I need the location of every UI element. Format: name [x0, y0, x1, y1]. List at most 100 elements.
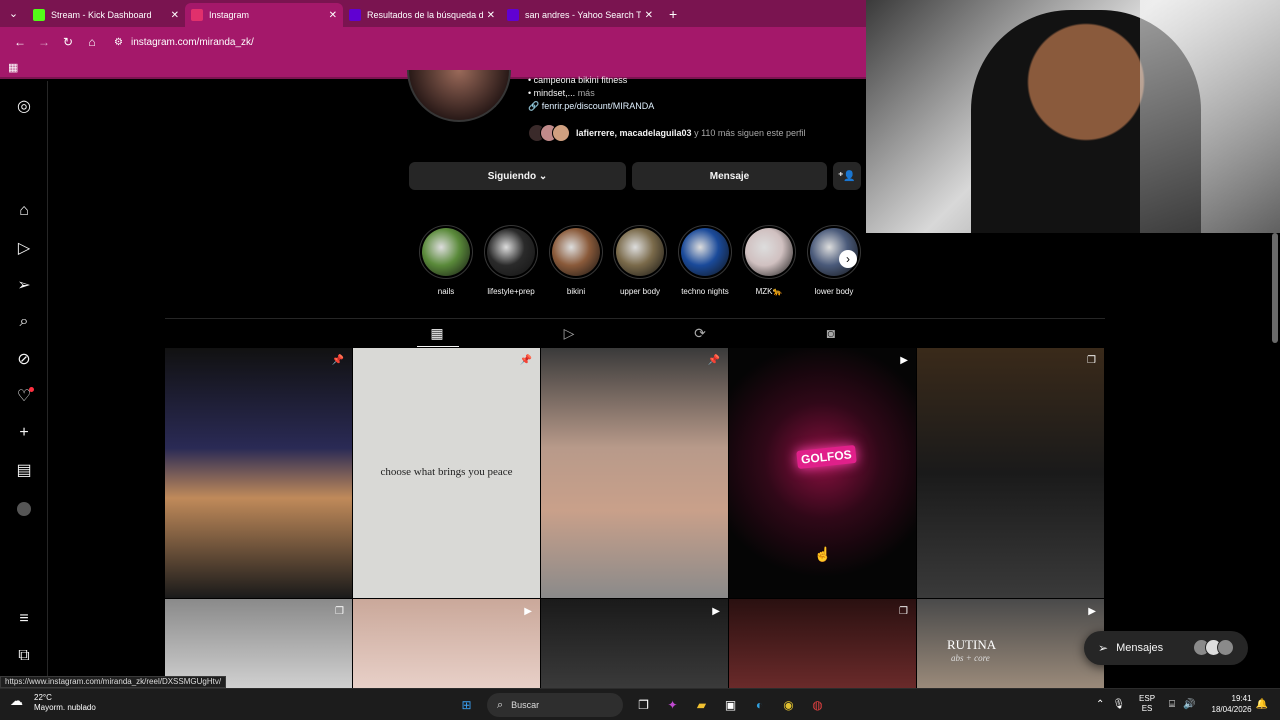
chrome-icon[interactable]: ◉ [778, 694, 800, 716]
windows-start-icon[interactable]: ⊞ [456, 694, 478, 716]
microphone-icon[interactable]: 🎙 [1112, 699, 1125, 710]
search-icon[interactable]: ⌕ [14, 312, 34, 332]
highlight-label: bikini [566, 287, 586, 296]
story-highlight[interactable]: nails [418, 225, 474, 296]
tab-reposts-icon[interactable]: ⟳ [680, 325, 720, 342]
post-thumbnail[interactable]: ❐ [729, 599, 916, 688]
highlights-next-icon[interactable]: › [839, 250, 857, 268]
following-button[interactable]: Siguiendo ⌄ [409, 162, 626, 190]
messages-label: Mensajes [1116, 642, 1164, 654]
close-tab-icon[interactable]: ✕ [487, 10, 495, 21]
create-plus-icon[interactable]: + [14, 423, 34, 443]
tab-title: Resultados de la búsqueda de [367, 10, 483, 20]
story-highlight[interactable]: techno nights [677, 225, 733, 296]
reload-icon[interactable]: ↻ [56, 35, 80, 49]
more-apps-icon[interactable]: ⧉ [14, 646, 34, 666]
post-thumbnail[interactable]: ❐ [917, 348, 1104, 598]
reels-icon[interactable]: ▷ [14, 238, 34, 258]
task-view-icon[interactable]: ❐ [633, 694, 655, 716]
obs-icon[interactable]: ◍ [807, 694, 829, 716]
windows-taskbar: ☁ 22°C Mayorm. nublado ⊞ ⌕ Buscar ❐ ✦ ▰ ▣ … [0, 688, 1280, 720]
instagram-icon [191, 9, 203, 21]
reel-icon: ▶ [1088, 606, 1096, 617]
story-highlight[interactable]: upper body [612, 225, 668, 296]
post-thumbnail[interactable]: ▶ [541, 599, 728, 688]
bio-link-text: fenrir.pe/discount/MIRANDA [541, 101, 655, 111]
close-tab-icon[interactable]: ✕ [171, 10, 179, 21]
close-tab-icon[interactable]: ✕ [645, 10, 653, 21]
follower-avatar [552, 124, 570, 142]
bio-external-link[interactable]: 🔗 fenrir.pe/discount/MIRANDA [528, 100, 654, 113]
volume-icon[interactable]: 🔊 [1183, 699, 1195, 710]
message-button[interactable]: Mensaje [632, 162, 827, 190]
direct-send-icon[interactable]: ➢ [14, 275, 34, 295]
explore-icon[interactable]: ⊘ [14, 349, 34, 369]
bio-more-link[interactable]: más [578, 88, 595, 98]
background-plastic [1140, 0, 1280, 233]
post-thumbnail[interactable]: 📌 [165, 348, 352, 598]
post-quote-text: choose what brings you peace [380, 466, 513, 478]
system-tray: ⌃ 🎙 ESP ES ⌸ 🔊 19:41 18/04/2026 🔔 [1092, 693, 1272, 715]
clock[interactable]: 19:41 18/04/2026 [1212, 693, 1252, 715]
profile-avatar[interactable] [407, 70, 511, 122]
post-thumbnail[interactable]: ▶ [353, 599, 540, 688]
site-info-icon[interactable]: ⚙ [114, 37, 123, 48]
back-icon[interactable]: ← [8, 35, 32, 49]
overlay-subtitle: abs + core [951, 653, 990, 663]
taskbar-search[interactable]: ⌕ Buscar [487, 693, 623, 717]
address-bar[interactable]: ⚙ instagram.com/miranda_zk/ [114, 37, 254, 48]
forward-icon[interactable]: → [32, 35, 56, 49]
suggest-user-button[interactable]: ⁺👤 [833, 162, 861, 190]
file-explorer-icon[interactable]: ▰ [691, 694, 713, 716]
tab-tagged-icon[interactable]: ◙ [811, 325, 851, 341]
story-highlight[interactable]: lifestyle+prep [483, 225, 539, 296]
edge-icon[interactable]: ◐ [749, 694, 771, 716]
story-highlight[interactable]: MZK🐆 [741, 225, 797, 296]
active-tab-indicator [417, 346, 459, 347]
home-icon[interactable]: ⌂ [14, 201, 34, 221]
apps-grid-icon[interactable]: ▦ [8, 61, 18, 74]
tab-title: Instagram [209, 10, 250, 20]
messages-pill[interactable]: ➢ Mensajes [1084, 631, 1248, 665]
copilot-icon[interactable]: ✦ [662, 694, 684, 716]
overlay-title: RUTINA [947, 637, 997, 652]
tab-posts-grid-icon[interactable]: ▦ [417, 325, 457, 342]
post-thumbnail[interactable]: 📌 [541, 348, 728, 598]
highlight-label: lower body [814, 287, 854, 296]
browser-tab[interactable]: san andres - Yahoo Search Tus ✕ [501, 3, 659, 27]
instagram-logo-icon[interactable]: ◎ [14, 96, 34, 116]
network-icon[interactable]: ⌸ [1169, 699, 1175, 710]
highlight-cover [613, 225, 667, 279]
add-person-icon: ⁺👤 [838, 170, 856, 182]
clock-time: 19:41 [1231, 694, 1252, 703]
browser-tab[interactable]: Resultados de la búsqueda de ✕ [343, 3, 501, 27]
page-scrollbar[interactable] [1272, 233, 1278, 343]
highlight-cover [419, 225, 473, 279]
store-icon[interactable]: ▣ [720, 694, 742, 716]
browser-tab[interactable]: Stream - Kick Dashboard ✕ [27, 3, 185, 27]
close-tab-icon[interactable]: ✕ [329, 10, 337, 21]
language-indicator[interactable]: ESP ES [1139, 694, 1155, 714]
new-tab-button[interactable]: + [669, 6, 677, 22]
post-thumbnail[interactable]: 📌 choose what brings you peace [353, 348, 540, 598]
bio-line-2: • mindset,... [528, 88, 576, 98]
tab-reels-icon[interactable]: ▷ [549, 325, 589, 342]
weather-widget[interactable]: ☁ 22°C Mayorm. nublado [10, 693, 96, 713]
home-icon[interactable]: ⌂ [80, 35, 104, 49]
instagram-sidebar: ◎ ⌂ ▷ ➢ ⌕ ⊘ ♡ + ▤ ≡ ⧉ [0, 81, 48, 688]
reel-icon: ▶ [712, 606, 720, 617]
menu-icon[interactable]: ≡ [14, 609, 34, 629]
tab-search-chevron-icon[interactable]: ⌄ [0, 0, 27, 27]
weather-desc: Mayorm. nublado [34, 703, 96, 712]
insights-icon[interactable]: ▤ [14, 460, 34, 480]
followed-by[interactable]: lafierrere, macadelaguila03 y 110 más si… [528, 123, 805, 143]
tray-chevron-icon[interactable]: ⌃ [1096, 699, 1104, 710]
browser-tab[interactable]: Instagram ✕ [185, 3, 343, 27]
profile-avatar-icon[interactable] [17, 502, 31, 516]
story-highlight[interactable]: bikini [548, 225, 604, 296]
post-thumbnail[interactable]: ❐ [165, 599, 352, 688]
notifications-bell-icon[interactable]: 🔔 [1256, 699, 1268, 710]
followed-by-names: lafierrere, macadelaguila03 [576, 128, 692, 138]
post-thumbnail[interactable]: ▶ RUTINA abs + core [917, 599, 1104, 688]
notifications-heart-icon[interactable]: ♡ [14, 386, 34, 406]
